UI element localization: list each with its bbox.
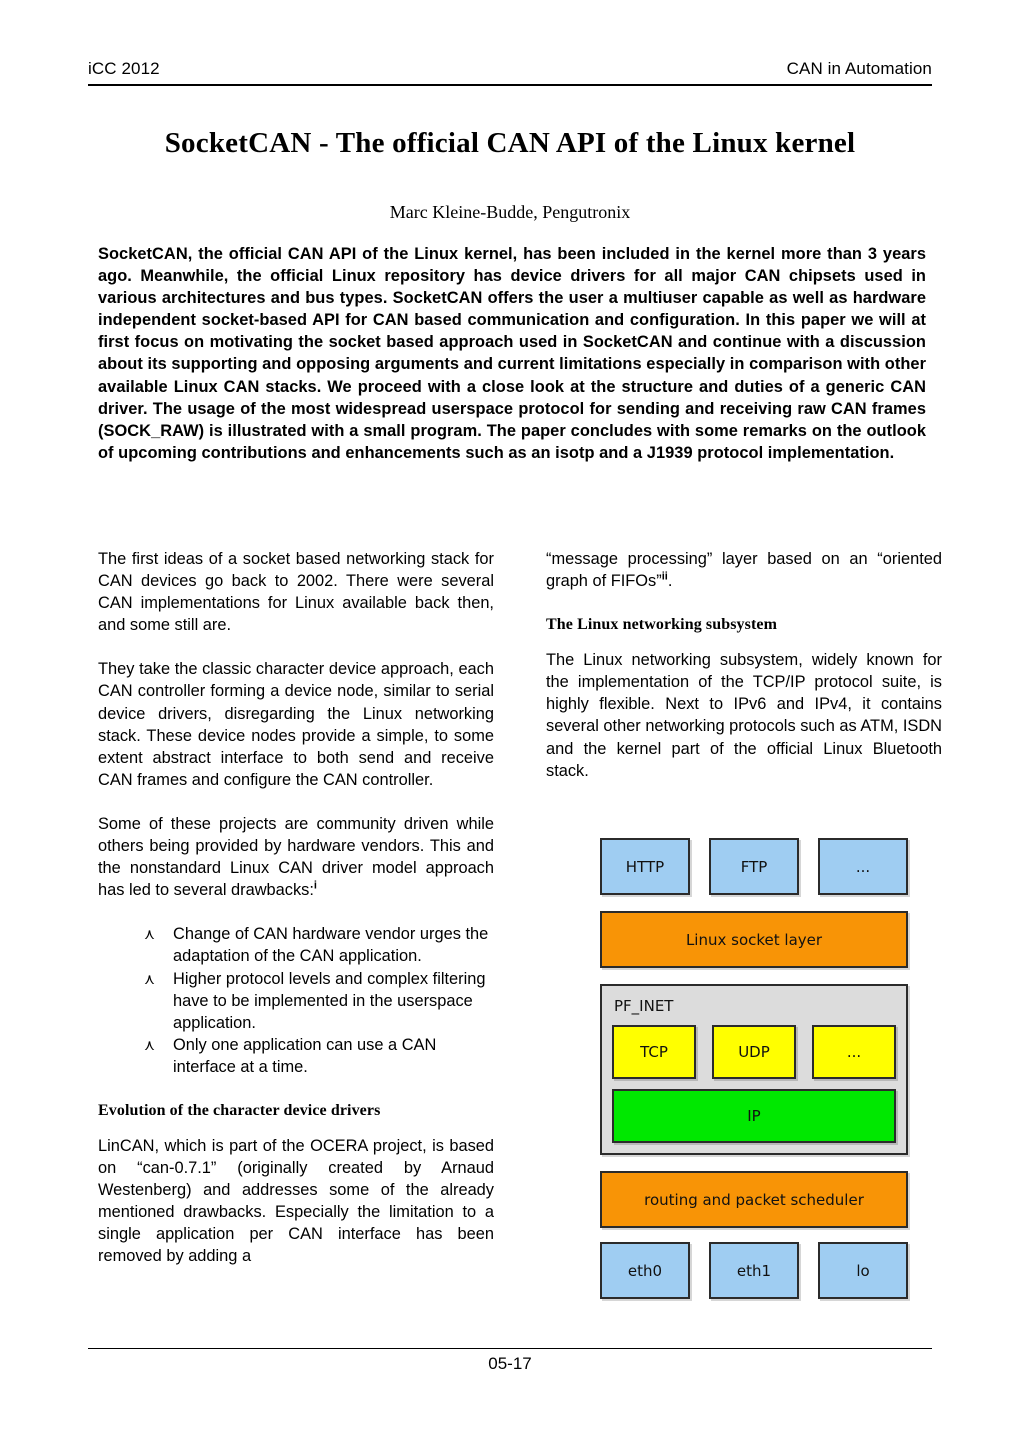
- page-title: SocketCAN - The official CAN API of the …: [164, 127, 856, 159]
- list-item: ⋏ Change of CAN hardware vendor urges th…: [144, 923, 494, 967]
- transport-protocol-row: TCP UDP ...: [612, 1025, 896, 1079]
- diagram-container-pf-inet: PF_INET TCP UDP ... IP: [600, 984, 908, 1155]
- section-heading-evolution: Evolution of the character device driver…: [98, 1101, 381, 1119]
- running-header: iCC 2012 CAN in Automation: [88, 58, 932, 86]
- list-item-label: Change of CAN hardware vendor urges the …: [173, 925, 489, 966]
- diagram-box-http: HTTP: [600, 838, 690, 895]
- list-item: ⋏ Higher protocol levels and complex fil…: [144, 968, 494, 1034]
- drawbacks-list: ⋏ Change of CAN hardware vendor urges th…: [98, 923, 494, 1078]
- header-organization: CAN in Automation: [786, 59, 932, 78]
- endnote-marker-i: i: [313, 879, 317, 892]
- paragraph-text: Some of these projects are community dri…: [98, 814, 494, 900]
- diagram-box-eth1: eth1: [709, 1242, 799, 1299]
- section-heading-networking-subsystem: The Linux networking subsystem: [546, 616, 778, 634]
- linux-network-stack-diagram: HTTP FTP ... Linux socket layer PF_INET …: [600, 838, 908, 1299]
- bullet-arrow-icon: ⋏: [144, 969, 155, 988]
- paragraph-text: “message processing” layer based on an “…: [546, 550, 942, 591]
- diagram-box-udp: UDP: [712, 1025, 796, 1079]
- application-protocol-row: HTTP FTP ...: [600, 838, 908, 895]
- diagram-box-lo: lo: [818, 1242, 908, 1299]
- paragraph-text-tail: .: [667, 572, 673, 591]
- footer-divider: [88, 1348, 932, 1349]
- paragraph: Some of these projects are community dri…: [98, 813, 494, 901]
- abstract-text: SocketCAN, the official CAN API of the L…: [98, 245, 926, 462]
- diagram-box-ip: IP: [612, 1089, 896, 1143]
- bullet-arrow-icon: ⋏: [144, 1035, 155, 1054]
- diagram-box-app-more: ...: [818, 838, 908, 895]
- diagram-box-eth0: eth0: [600, 1242, 690, 1299]
- page-number: 05-17: [488, 1354, 532, 1373]
- diagram-box-ftp: FTP: [709, 838, 799, 895]
- diagram-box-proto-more: ...: [812, 1025, 896, 1079]
- list-item: ⋏ Only one application can use a CAN int…: [144, 1034, 494, 1078]
- paragraph: The first ideas of a socket based networ…: [98, 550, 494, 635]
- paragraph: “message processing” layer based on an “…: [546, 548, 942, 592]
- document-page: iCC 2012 CAN in Automation SocketCAN - T…: [0, 0, 1020, 1443]
- paragraph: The Linux networking subsystem, widely k…: [546, 651, 942, 780]
- paragraph: They take the classic character device a…: [98, 660, 494, 789]
- header-conference: iCC 2012: [88, 59, 160, 78]
- diagram-box-tcp: TCP: [612, 1025, 696, 1079]
- list-item-label: Only one application can use a CAN inter…: [173, 1035, 437, 1076]
- list-item-label: Higher protocol levels and complex filte…: [173, 969, 486, 1032]
- diagram-box-linux-socket-layer: Linux socket layer: [600, 911, 908, 968]
- network-interface-row: eth0 eth1 lo: [600, 1242, 908, 1299]
- body-column-left: The first ideas of a socket based networ…: [98, 548, 494, 1268]
- author-line: Marc Kleine-Budde, Pengutronix: [389, 202, 631, 222]
- body-column-right: “message processing” layer based on an “…: [546, 548, 942, 782]
- diagram-box-routing-and-packet-scheduler: routing and packet scheduler: [600, 1171, 908, 1228]
- bullet-arrow-icon: ⋏: [144, 925, 155, 944]
- paragraph: LinCAN, which is part of the OCERA proje…: [98, 1136, 494, 1266]
- diagram-label-pf-inet: PF_INET: [614, 997, 674, 1015]
